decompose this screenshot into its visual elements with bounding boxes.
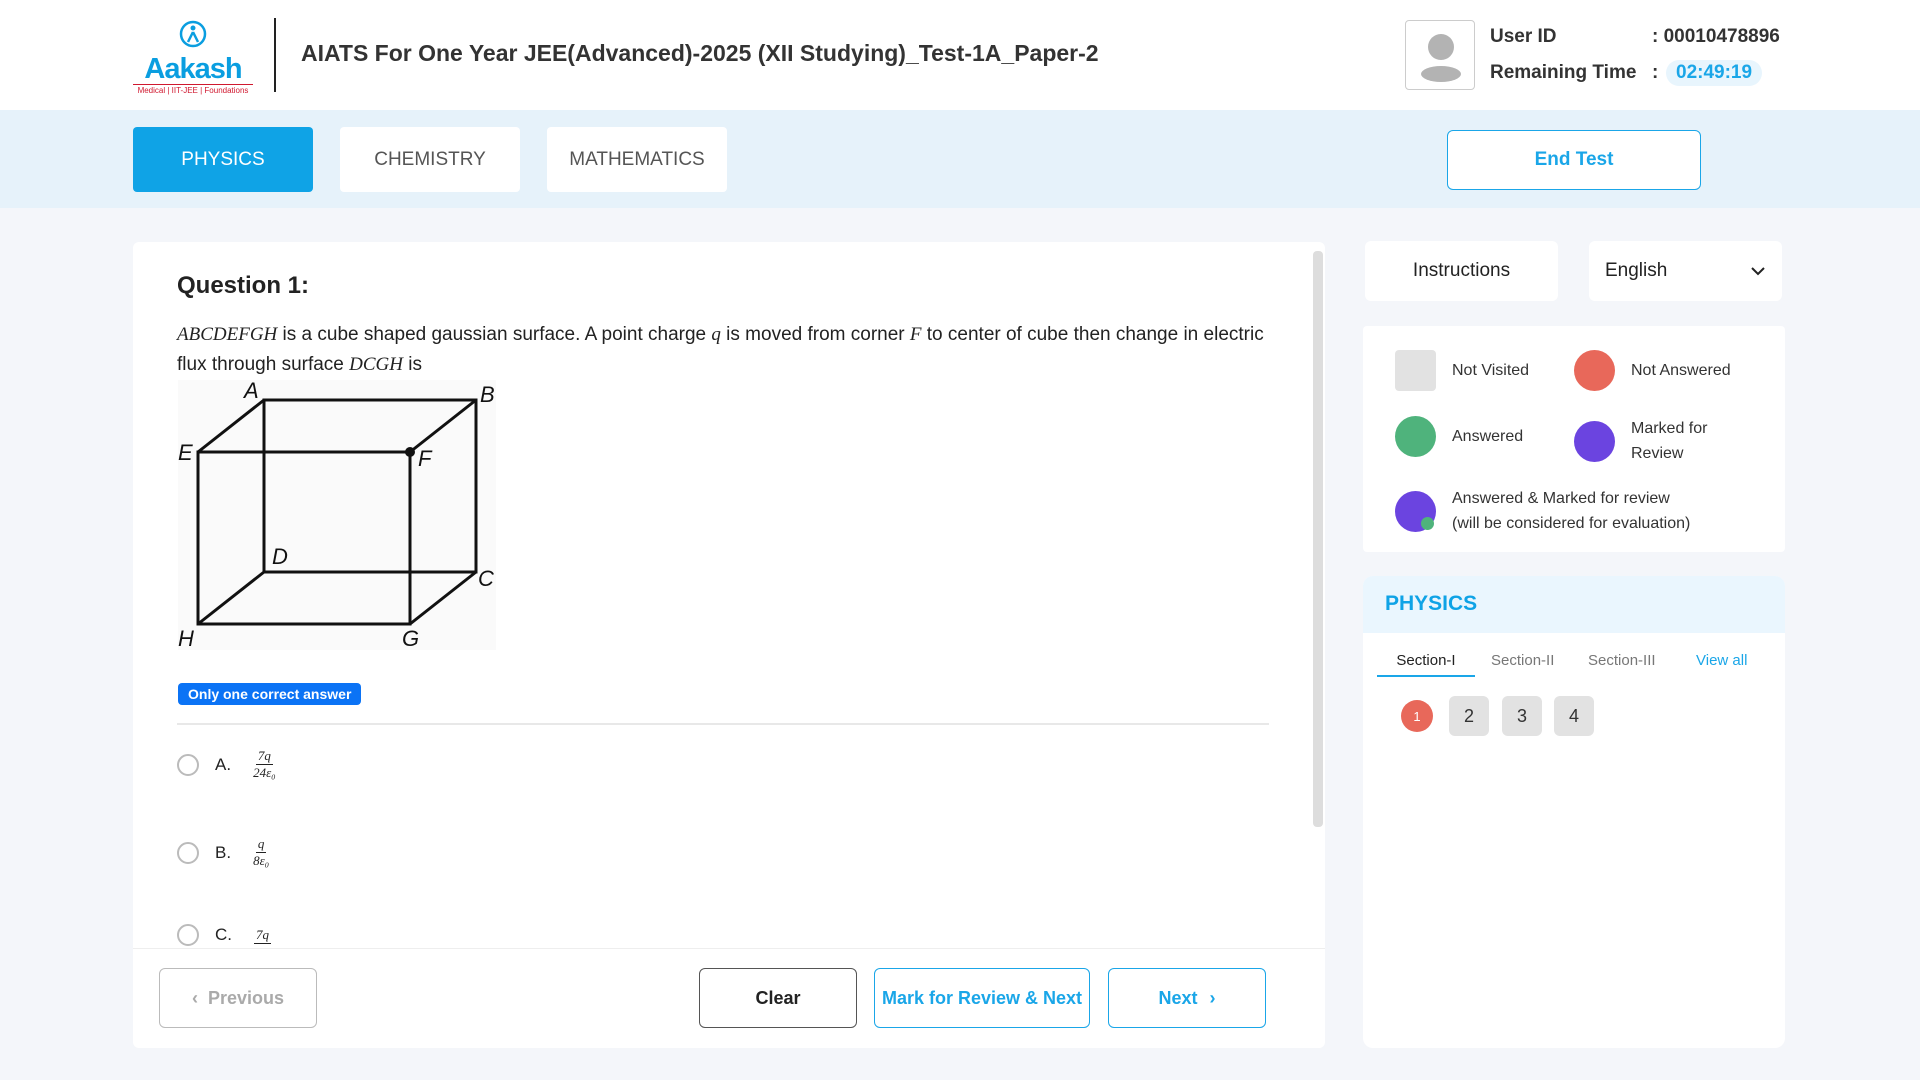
numerator: 7q — [254, 926, 271, 944]
question-title: Question 1: — [177, 272, 310, 299]
text-part: q — [711, 324, 721, 345]
time-separator: : — [1652, 62, 1659, 83]
clear-button[interactable]: Clear — [699, 968, 857, 1028]
user-icon — [1421, 34, 1461, 82]
question-button-4[interactable]: 4 — [1554, 696, 1594, 736]
language-value: English — [1605, 260, 1668, 281]
label-b: B — [480, 382, 495, 407]
question-button-1[interactable]: 1 — [1401, 700, 1433, 732]
option-a[interactable]: A. 7q 24ε₀ — [177, 748, 276, 781]
option-c-clip: C. 7q — [170, 920, 570, 948]
numerator: 7q — [255, 748, 273, 765]
denominator: 8ε₀ — [253, 853, 270, 868]
marked-swatch — [1574, 420, 1615, 462]
remaining-time-label: Remaining Time — [1490, 62, 1637, 83]
avatar — [1405, 20, 1475, 90]
cube-figure: A B C D E F G H — [178, 380, 496, 650]
previous-label: Previous — [207, 987, 285, 1008]
label-e: E — [178, 440, 193, 465]
chevron-left-icon: ‹ — [191, 987, 198, 1008]
next-button[interactable]: Next › — [1108, 968, 1266, 1028]
radio-option-c[interactable] — [177, 924, 199, 946]
language-select[interactable]: English — [1589, 241, 1782, 301]
instructions-button[interactable]: Instructions — [1365, 241, 1558, 301]
text-part: is a cube shaped gaussian surface. A poi… — [277, 324, 712, 345]
denominator: 24ε₀ — [253, 765, 276, 780]
legend-label: Marked for Review — [1631, 420, 1708, 462]
question-button-2[interactable]: 2 — [1449, 696, 1489, 736]
option-c[interactable]: C. 7q — [177, 924, 271, 946]
not-answered-swatch — [1574, 350, 1615, 391]
text-part: F — [909, 324, 922, 345]
fraction: q 8ε₀ — [253, 836, 269, 869]
option-label: A. — [215, 754, 232, 774]
tab-physics[interactable]: PHYSICS — [133, 127, 313, 192]
text-part: DCGH — [349, 354, 403, 375]
palette-title: PHYSICS — [1385, 592, 1478, 615]
option-b[interactable]: B. q 8ε₀ — [177, 836, 269, 869]
legend-label: Answered & Marked for review — [1452, 490, 1670, 507]
user-id-label: User ID — [1490, 26, 1557, 47]
label-f: F — [418, 446, 433, 471]
mark-for-review-next-button[interactable]: Mark for Review & Next — [874, 968, 1090, 1028]
radio-option-b[interactable] — [177, 841, 199, 864]
fraction: 7q 24ε₀ — [253, 748, 276, 781]
radio-option-a[interactable] — [177, 753, 199, 776]
question-scrollbar[interactable] — [1313, 251, 1323, 827]
answered-badge-icon — [1421, 516, 1434, 530]
legend-label: Not Visited — [1452, 362, 1530, 379]
label-a: A — [242, 380, 259, 403]
tab-section-2[interactable]: Section-II — [1491, 652, 1554, 669]
question-text: ABCDEFGH is a cube shaped gaussian surfa… — [177, 320, 1277, 380]
previous-button[interactable]: ‹ Previous — [159, 968, 317, 1028]
status-legend: Not Visited Not Answered Answered Marked… — [1363, 326, 1785, 552]
numerator: q — [255, 836, 267, 853]
chevron-right-icon: › — [1209, 987, 1216, 1008]
tab-section-1[interactable]: Section-I — [1377, 652, 1475, 677]
question-button-3[interactable]: 3 — [1502, 696, 1542, 736]
answered-marked-swatch — [1395, 490, 1436, 532]
text-part: ABCDEFGH — [177, 324, 278, 345]
legend-note: (will be considered for evaluation) — [1452, 515, 1691, 532]
fraction: 7q — [254, 927, 271, 944]
option-label: B. — [215, 842, 232, 862]
next-label: Next — [1158, 987, 1198, 1008]
tab-mathematics[interactable]: MATHEMATICS — [547, 127, 727, 192]
legend-label: Answered — [1452, 428, 1524, 445]
user-id-value: : 00010478896 — [1652, 26, 1780, 47]
divider — [177, 723, 1269, 725]
header: Aakash Medical | IIT-JEE | Foundations A… — [0, 0, 1920, 110]
end-test-button[interactable]: End Test — [1447, 130, 1701, 190]
tab-section-3[interactable]: Section-III — [1588, 652, 1656, 669]
label-c: C — [478, 566, 494, 591]
answered-swatch — [1395, 416, 1436, 457]
text-part: is — [403, 354, 422, 375]
label-d: D — [272, 544, 288, 569]
logo-emblem-icon — [179, 20, 207, 48]
option-label: C. — [215, 925, 232, 944]
not-visited-swatch — [1395, 350, 1436, 391]
chevron-down-icon — [1751, 267, 1765, 276]
test-title: AIATS For One Year JEE(Advanced)-2025 (X… — [301, 40, 1099, 66]
remaining-time: 02:49:19 — [1666, 60, 1763, 86]
header-divider — [274, 18, 276, 92]
legend-label: Not Answered — [1631, 362, 1731, 379]
tab-chemistry[interactable]: CHEMISTRY — [340, 127, 520, 192]
label-g: G — [402, 626, 419, 650]
question-type-badge: Only one correct answer — [178, 683, 362, 705]
view-all-link[interactable]: View all — [1696, 652, 1747, 669]
question-palette: PHYSICS Section-I Section-II Section-III… — [1363, 576, 1785, 1048]
text-part: is moved from corner — [720, 324, 910, 345]
aakash-logo: Aakash Medical | IIT-JEE | Foundations — [133, 20, 253, 95]
label-h: H — [178, 626, 194, 650]
